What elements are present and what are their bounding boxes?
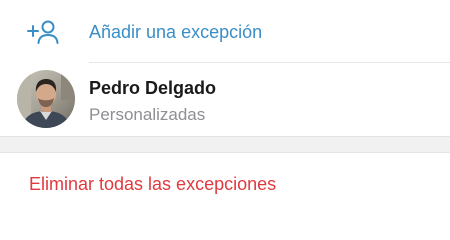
exception-user-subtitle: Personalizadas xyxy=(89,105,206,124)
section-separator xyxy=(0,136,450,153)
add-exception-button[interactable]: Añadir una excepción xyxy=(0,0,450,63)
exception-user-name: Pedro Delgado xyxy=(89,78,217,98)
delete-all-exceptions-button[interactable]: Eliminar todas las excepciones xyxy=(0,153,450,213)
delete-all-exceptions-label: Eliminar todas las excepciones xyxy=(29,174,277,194)
avatar xyxy=(17,70,75,128)
add-exception-label: Añadir una excepción xyxy=(89,22,263,42)
add-user-icon xyxy=(26,20,60,44)
exception-list-item[interactable]: Pedro Delgado Personalizadas xyxy=(0,63,450,136)
